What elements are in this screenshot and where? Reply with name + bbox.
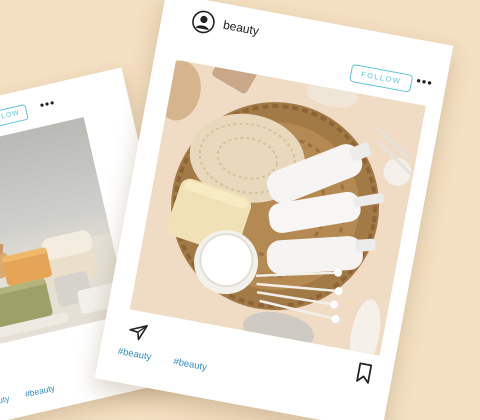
right-hashtag-link[interactable]: #beauty	[172, 356, 207, 373]
user-avatar-icon[interactable]	[189, 8, 217, 36]
right-hashtags: #beauty #beauty	[117, 346, 227, 377]
left-hashtag-link[interactable]: #beauty	[24, 383, 56, 400]
right-follow-button[interactable]: FOLLOW	[349, 63, 414, 93]
basket-product-flatlay	[129, 59, 426, 356]
right-post-card: beauty FOLLOW ••• #beauty #beauty	[94, 0, 454, 420]
username[interactable]: beauty	[222, 18, 260, 38]
right-send-icon[interactable]	[126, 320, 149, 343]
right-post-photo	[129, 59, 426, 356]
scene: FOLLOW ••• #beauty #beauty beauty FOLLOW…	[0, 0, 480, 420]
left-hashtag-link[interactable]: #beauty	[0, 393, 10, 410]
right-bookmark-icon[interactable]	[354, 362, 373, 385]
right-hashtag-link[interactable]: #beauty	[117, 346, 152, 363]
left-follow-button[interactable]: FOLLOW	[0, 103, 29, 131]
left-send-icon[interactable]	[0, 361, 2, 383]
left-hashtags: #beauty #beauty	[0, 380, 69, 410]
right-more-icon[interactable]: •••	[415, 73, 434, 91]
left-more-icon[interactable]: •••	[38, 95, 56, 112]
